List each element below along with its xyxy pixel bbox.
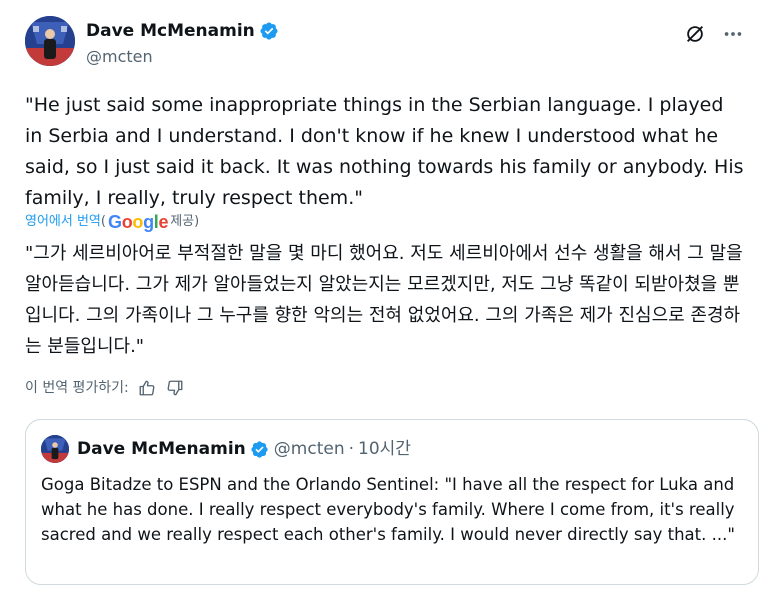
rate-translation-row: 이 번역 평가하기:: [25, 378, 185, 398]
tweet-text: "He just said some inappropriate things …: [25, 94, 750, 209]
tweet-header: Dave McMenamin @mcten: [25, 16, 745, 72]
quoted-text: Goga Bitadze to ESPN and the Orlando Sen…: [41, 475, 740, 544]
author-handle[interactable]: @mcten: [86, 46, 153, 68]
avatar[interactable]: [25, 16, 75, 66]
avatar-image: [25, 16, 75, 66]
quoted-avatar-image: [41, 435, 69, 463]
provided-by-label: 제공): [170, 214, 200, 229]
quoted-timestamp[interactable]: 10시간: [358, 438, 411, 460]
google-logo: Google: [107, 212, 169, 232]
meta-separator: ·: [348, 439, 354, 459]
author-name-row: Dave McMenamin: [86, 20, 279, 42]
more-horizontal-icon[interactable]: [721, 22, 745, 46]
slashed-circle-icon[interactable]: [683, 22, 707, 46]
thumbs-up-icon[interactable]: [137, 378, 157, 398]
quoted-verified-badge-icon: [251, 440, 268, 458]
quoted-avatar[interactable]: [41, 435, 69, 463]
translation-attribution: 영어에서 번역 ( Google 제공): [25, 212, 199, 232]
verified-badge-icon: [260, 22, 278, 40]
rate-translation-label: 이 번역 평가하기:: [25, 380, 129, 396]
quoted-author-name[interactable]: Dave McMenamin: [77, 438, 246, 460]
author-name[interactable]: Dave McMenamin: [86, 20, 255, 42]
translated-text: "그가 세르비아어로 부적절한 말을 몇 마디 했어요. 저도 세르비아에서 선…: [25, 243, 749, 357]
thumbs-down-icon[interactable]: [165, 378, 185, 398]
paren-open: (: [100, 214, 106, 229]
quoted-author-row: Dave McMenamin @mcten · 10시간: [77, 438, 411, 460]
quoted-handle[interactable]: @mcten: [274, 438, 345, 460]
translated-from-link[interactable]: 영어에서 번역: [25, 212, 101, 232]
quoted-tweet[interactable]: Dave McMenamin @mcten · 10시간 Goga Bitadz…: [25, 419, 759, 585]
header-actions: [683, 22, 745, 46]
